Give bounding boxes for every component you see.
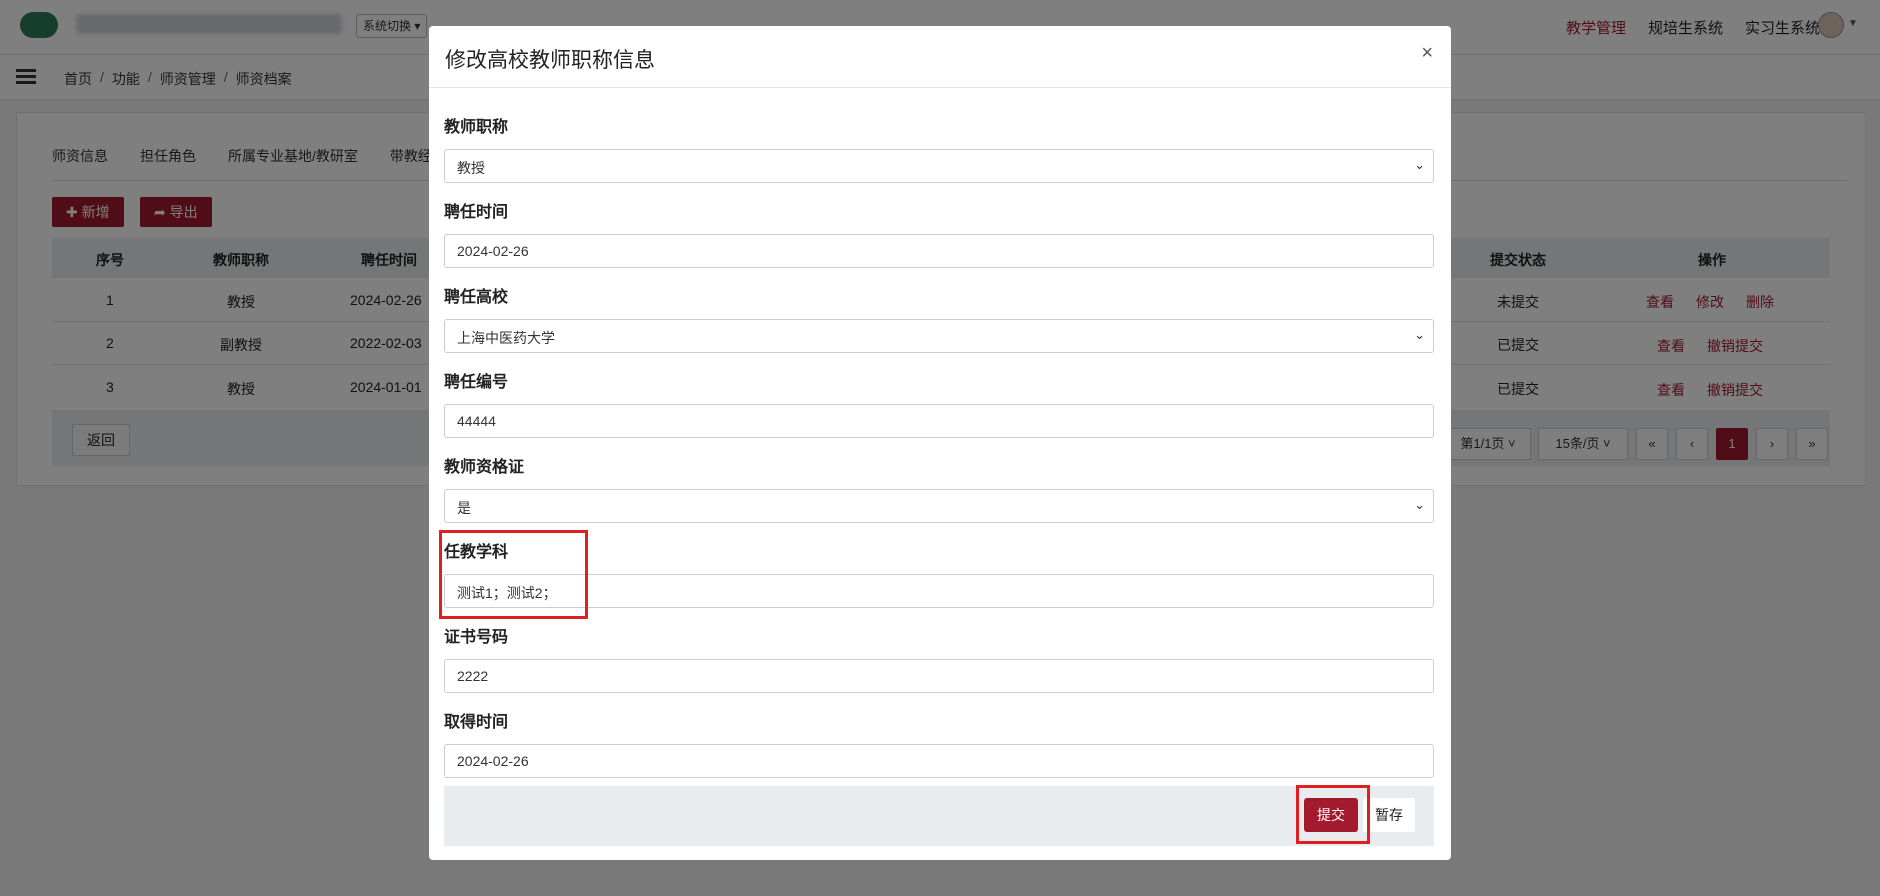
teacher-title-select[interactable]: 教授 ⌄ [444, 149, 1434, 183]
modal-title: 修改高校教师职称信息 [445, 49, 655, 72]
highlight-subject-field [439, 530, 588, 619]
appoint-date-input[interactable]: 2024-02-26 [444, 234, 1434, 268]
obtain-date-input[interactable]: 2024-02-26 [444, 744, 1434, 778]
select-value: 是 [457, 500, 471, 516]
input-value: 2024-02-26 [457, 243, 529, 259]
subject-input[interactable]: 测试1；测试2； [444, 574, 1434, 608]
edit-title-modal: 修改高校教师职称信息 × 教师职称 教授 ⌄ 聘任时间 2024-02-26 聘… [429, 26, 1451, 860]
input-value: 44444 [457, 413, 496, 429]
field-label-teacher-cert: 教师资格证 [444, 459, 525, 476]
cert-number-input[interactable]: 2222 [444, 659, 1434, 693]
close-icon[interactable]: × [1421, 42, 1433, 65]
field-label-appoint-university: 聘任高校 [444, 289, 509, 306]
appoint-number-input[interactable]: 44444 [444, 404, 1434, 438]
save-draft-button[interactable]: 暂存 [1363, 798, 1415, 832]
modal-footer [444, 786, 1434, 846]
teacher-cert-select[interactable]: 是 ⌄ [444, 489, 1434, 523]
chevron-down-icon: ⌄ [1414, 327, 1425, 342]
modal-header: 修改高校教师职称信息 × [429, 26, 1451, 88]
field-label-cert-number: 证书号码 [444, 629, 509, 646]
highlight-submit-button [1296, 785, 1370, 844]
appoint-university-select[interactable]: 上海中医药大学 ⌄ [444, 319, 1434, 353]
chevron-down-icon: ⌄ [1414, 497, 1425, 512]
select-value: 上海中医药大学 [457, 330, 555, 346]
field-label-obtain-date: 取得时间 [444, 714, 509, 731]
field-label-teacher-title: 教师职称 [444, 119, 509, 136]
select-value: 教授 [457, 160, 485, 176]
field-label-appoint-date: 聘任时间 [444, 204, 509, 221]
input-value: 2024-02-26 [457, 753, 529, 769]
chevron-down-icon: ⌄ [1414, 157, 1425, 172]
field-label-appoint-number: 聘任编号 [444, 374, 509, 391]
input-value: 2222 [457, 668, 489, 684]
